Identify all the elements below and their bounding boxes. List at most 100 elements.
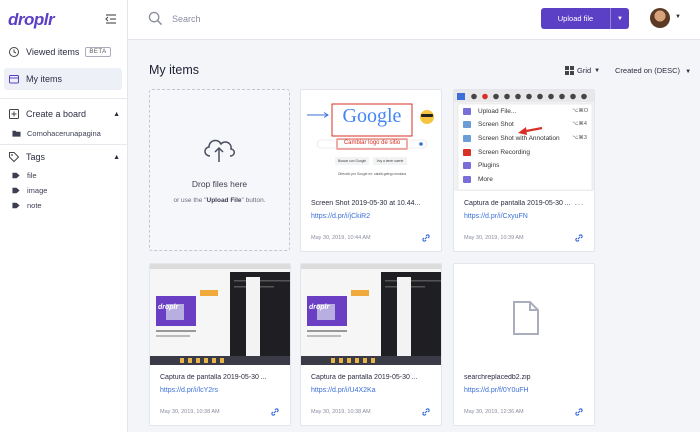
- droplr-logo[interactable]: droplr: [8, 10, 55, 30]
- item-date: May 30, 2019, 10:38 AM: [311, 409, 371, 415]
- item-link[interactable]: https://d.pr/f/0Y0uFH: [464, 387, 529, 394]
- tag-label: image: [27, 186, 48, 195]
- item-date: May 30, 2019, 12:36 AM: [464, 409, 524, 415]
- sidebar-item-viewed[interactable]: Viewed items BETA: [4, 41, 122, 63]
- item-thumbnail[interactable]: Upload File... ⌥⌘O Screen Shot ⌥⌘4 Scree…: [454, 90, 594, 191]
- item-thumbnail[interactable]: droplr: [301, 264, 441, 365]
- link-icon[interactable]: [574, 407, 584, 417]
- sidebar-item-label: Viewed items: [26, 47, 80, 57]
- item-card[interactable]: Google Cambiar logo de sitio Buscar con …: [300, 89, 442, 252]
- tag-icon: [12, 171, 21, 180]
- upload-file-label: Upload file: [557, 14, 594, 23]
- caret-up-icon[interactable]: ▲: [113, 111, 120, 118]
- drop-zone-title: Drop files here: [191, 179, 248, 189]
- item-card[interactable]: searchreplacedb2.zip https://d.pr/f/0Y0u…: [453, 263, 595, 426]
- droplr-logo-preview: droplr: [309, 304, 330, 311]
- grid-icon: [565, 66, 574, 75]
- item-date: May 30, 2019, 10:39 AM: [464, 235, 524, 241]
- folder-icon: [8, 73, 20, 85]
- cloud-upload-icon: [204, 139, 235, 162]
- item-link[interactable]: https://d.pr/i/U4X2Ka: [311, 387, 376, 394]
- item-name: Captura de pantalla 2019-05-30 ...: [311, 374, 418, 381]
- google-search-button: Buscar con Google: [337, 159, 367, 163]
- item-date: May 30, 2019, 10:38 AM: [160, 409, 220, 415]
- tag-icon: [8, 151, 20, 163]
- view-mode-label: Grid: [577, 66, 592, 75]
- view-mode-dropdown[interactable]: Grid ▼: [565, 66, 600, 75]
- menu-item-label: Screen Shot: [478, 121, 514, 128]
- link-icon[interactable]: [270, 407, 280, 417]
- drop-zone-subtitle: or use the "Upload File" button.: [173, 197, 266, 204]
- folder-icon: [12, 129, 21, 138]
- top-bar: Upload file ▼ ▼: [128, 0, 700, 40]
- droplr-screenshot-preview: [301, 264, 441, 365]
- item-card[interactable]: Upload File... ⌥⌘O Screen Shot ⌥⌘4 Scree…: [453, 89, 595, 252]
- tag-label: file: [27, 171, 37, 180]
- tag-item-file[interactable]: file: [12, 171, 37, 180]
- google-logo: Google: [342, 105, 402, 127]
- link-icon[interactable]: [421, 407, 431, 417]
- tag-item-image[interactable]: image: [12, 186, 47, 195]
- tags-label: Tags: [26, 152, 46, 162]
- item-card[interactable]: droplr Captura de pantalla 2019-05-30 ..…: [300, 263, 442, 426]
- menu-item-label: Upload File...: [478, 108, 517, 115]
- sort-label: Created on (DESC): [615, 66, 681, 75]
- chevron-down-icon[interactable]: ▼: [675, 14, 681, 20]
- item-link[interactable]: https://d.pr/i/jCkiR2: [311, 213, 370, 220]
- item-card[interactable]: droplr Captura de pantalla 2019-05-30 ..…: [149, 263, 291, 426]
- create-board-button[interactable]: Create a board ▲: [8, 108, 120, 120]
- search-input[interactable]: [172, 11, 472, 27]
- add-board-icon: [8, 108, 20, 120]
- page-title: My items: [149, 63, 199, 77]
- search-icon: [148, 11, 163, 26]
- sidebar-item-label: My items: [26, 74, 62, 84]
- menu-item-label: Screen Recording: [478, 149, 531, 156]
- google-lucky-button: Voy a tener suerte: [376, 159, 404, 163]
- menu-item-shortcut: ⌥⌘3: [572, 135, 587, 141]
- item-name: searchreplacedb2.zip: [464, 374, 531, 381]
- history-icon: [8, 46, 20, 58]
- chevron-down-icon: ▼: [594, 67, 601, 74]
- beta-badge: BETA: [85, 47, 111, 57]
- collapse-sidebar-icon[interactable]: [104, 12, 118, 26]
- chevron-down-icon: ▼: [685, 69, 692, 75]
- item-link[interactable]: https://d.pr/i/lcY2rs: [160, 387, 218, 394]
- item-thumbnail[interactable]: Google Cambiar logo de sitio Buscar con …: [301, 90, 441, 191]
- sidebar: droplr Viewed items BETA My items Create…: [0, 0, 128, 432]
- tag-item-note[interactable]: note: [12, 201, 42, 210]
- create-board-label: Create a board: [26, 109, 87, 119]
- tag-icon: [12, 201, 21, 210]
- link-icon[interactable]: [421, 233, 431, 243]
- tag-icon: [12, 186, 21, 195]
- change-logo-caption: Cambiar logo de sitio: [343, 140, 401, 146]
- link-icon[interactable]: [574, 233, 584, 243]
- droplr-screenshot-preview: [150, 264, 290, 365]
- item-thumbnail[interactable]: [454, 264, 594, 365]
- avatar[interactable]: [650, 8, 670, 28]
- menu-item-shortcut: ⌥⌘O: [572, 108, 589, 114]
- tags-section[interactable]: Tags ▲: [8, 151, 120, 163]
- item-link[interactable]: https://d.pr/i/CxyuFN: [464, 213, 528, 220]
- sidebar-item-my-items[interactable]: My items: [4, 68, 122, 90]
- caret-up-icon[interactable]: ▲: [113, 154, 120, 161]
- board-label: Comohacerunapagina: [27, 129, 101, 138]
- sidebar-divider: [0, 98, 128, 99]
- sidebar-divider: [0, 144, 128, 145]
- menu-item-label: Screen Shot with Annotation: [478, 135, 560, 142]
- board-item[interactable]: Comohacerunapagina: [12, 129, 101, 138]
- item-date: May 30, 2019, 10:44 AM: [311, 235, 371, 241]
- item-name: Captura de pantalla 2019-05-30 ...: [160, 374, 267, 381]
- more-options-icon[interactable]: ···: [575, 200, 585, 209]
- chevron-down-icon[interactable]: ▼: [611, 16, 629, 22]
- droplr-logo-preview: droplr: [158, 304, 179, 311]
- upload-file-button[interactable]: Upload file ▼: [541, 8, 629, 29]
- sort-dropdown[interactable]: Created on (DESC) ▼: [615, 66, 691, 75]
- menu-item-label: Plugins: [478, 162, 500, 169]
- file-icon: [513, 301, 539, 335]
- item-name: Captura de pantalla 2019-05-30 ...: [464, 200, 571, 207]
- tag-label: note: [27, 201, 42, 210]
- menu-item-label: More: [478, 176, 493, 183]
- item-thumbnail[interactable]: droplr: [150, 264, 290, 365]
- google-footer: Ofrecido por Google en: català galego eu…: [337, 172, 407, 176]
- drop-zone[interactable]: Drop files here or use the "Upload File"…: [149, 89, 290, 251]
